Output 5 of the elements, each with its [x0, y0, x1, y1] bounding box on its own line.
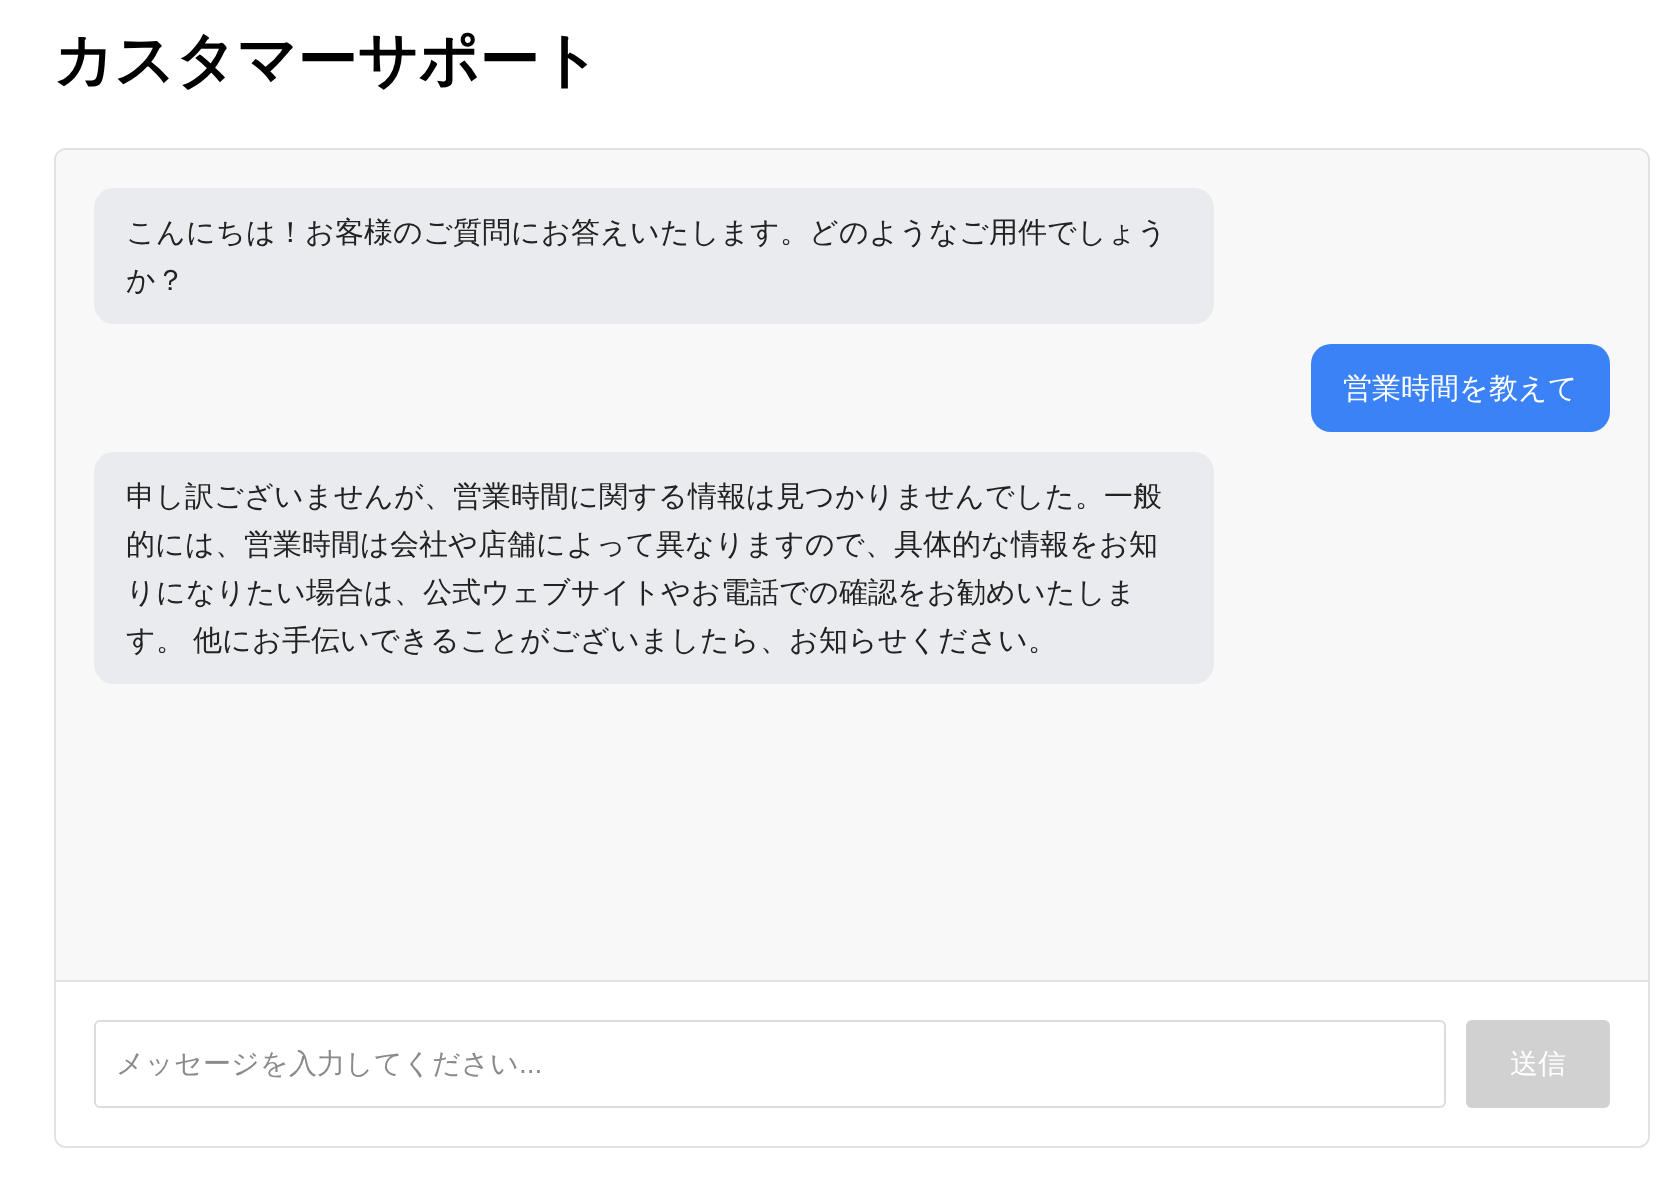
message-input[interactable]: メッセージを入力してください...: [94, 1020, 1446, 1108]
bot-message: こんにちは！お客様のご質問にお答えいたします。どのようなご用件でしょうか？: [94, 188, 1214, 324]
bot-message: 申し訳ございませんが、営業時間に関する情報は見つかりませんでした。一般的には、営業時間は会社や店舗によって異なりますので、具体的な情報をお知りになりたい場合は、公式ウェブサイトやお電話での確認をお勧めいたします。 他にお手伝いできることがございましたら、お知らせください。: [94, 452, 1214, 684]
page-title: カスタマーサポート: [54, 25, 601, 95]
user-message: 営業時間を教えて: [1311, 344, 1610, 432]
